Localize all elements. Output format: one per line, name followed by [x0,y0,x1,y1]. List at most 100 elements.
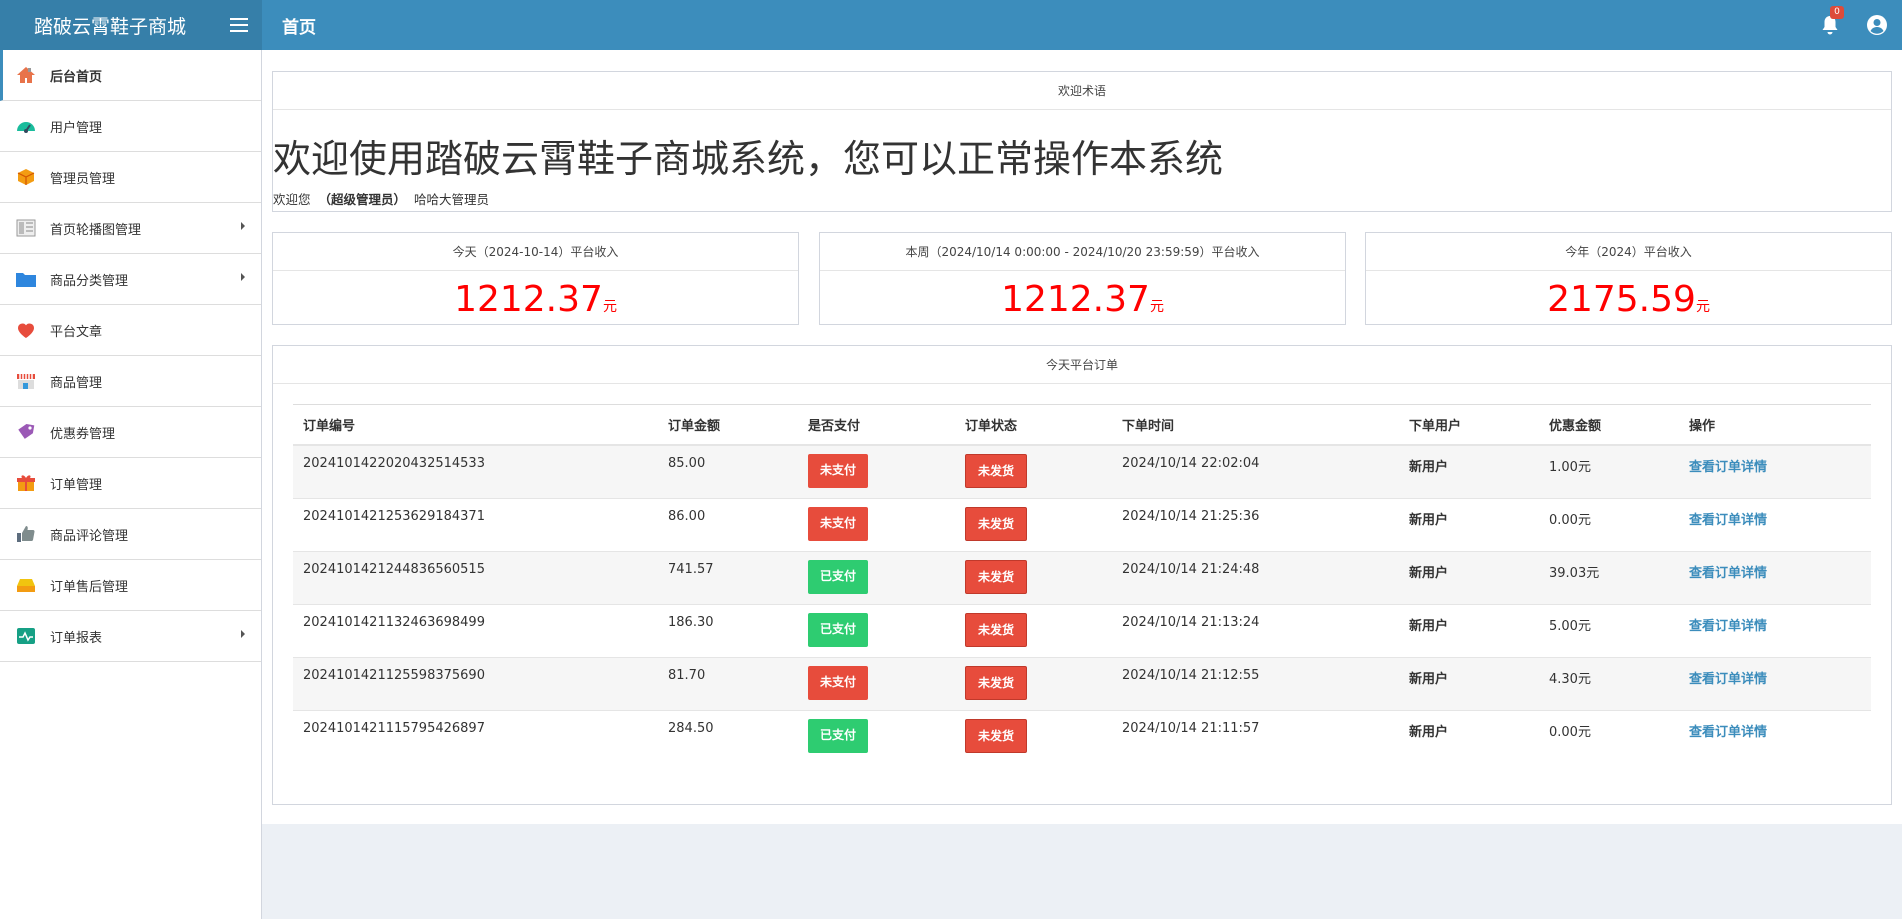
brand-name[interactable]: 踏破云霄鞋子商城 [34,12,186,39]
orders-box-header: 今天平台订单 [273,346,1891,384]
table-row: 2024101421115795426897 284.50 已支付 未发货 2024/1… [293,709,1871,763]
welcome-box: 欢迎术语 欢迎使用踏破云霄鞋子商城系统，您可以正常操作本系统 欢迎您 （超级管理员… [272,71,1892,212]
table-row: 2024101422020432514533 85.00 未支付 未发货 2024/10… [293,444,1871,498]
paid-status-badge: 已支付 [808,559,869,594]
stat-box-week: 本周（2024/10/14 0:00:00 - 2024/10/20 23:59… [819,232,1346,325]
user-role: （超级管理员） [318,192,407,207]
sidebar-item-8[interactable]: 订单管理 [0,458,261,509]
order-status-badge: 未发货 [965,506,1028,541]
sidebar-item-label: 首页轮播图管理 [50,222,142,238]
col-time: 下单时间 [1112,405,1399,446]
sidebar: 后台首页用户管理管理员管理首页轮播图管理 商品分类管理 平台文章商品管理 优惠券管理订… [0,50,262,919]
sidebar-item-10[interactable]: 订单售后管理 [0,560,261,611]
col-status: 订单状态 [955,405,1112,446]
sidebar-item-label: 订单报表 [50,630,103,646]
order-id: 2024101421132463698499 [293,603,658,657]
sidebar-item-9[interactable]: 商品评论管理 [0,509,261,560]
sidebar-item-label: 商品评论管理 [50,528,129,544]
chevron-right-icon [241,222,245,230]
col-amount: 订单金额 [658,405,798,446]
sidebar-item-5[interactable]: 平台文章 [0,305,261,356]
dashboard-icon [14,114,38,138]
order-amount: 741.57 [658,550,798,604]
main-area: 欢迎术语 欢迎使用踏破云霄鞋子商城系统，您可以正常操作本系统 欢迎您 （超级管理员… [262,50,1902,919]
stat-value: 1212.37 [1001,279,1150,320]
paid-status-badge: 未支付 [808,665,869,700]
order-discount: 39.03元 [1539,550,1679,604]
col-user: 下单用户 [1399,405,1539,446]
order-status-badge: 未发货 [965,454,1028,488]
order-amount: 186.30 [658,603,798,657]
order-time: 2024/10/14 21:11:57 [1112,709,1399,763]
order-user: 新用户 [1399,550,1539,604]
sidebar-item-label: 后台首页 [50,69,103,85]
home-icon [14,63,38,87]
sidebar-item-4[interactable]: 商品分类管理 [0,254,261,305]
username: 哈哈大管理员 [414,192,490,207]
view-order-details-link[interactable]: 查看订单详情 [1689,672,1767,687]
order-discount: 0.00元 [1539,497,1679,551]
sidebar-item-label: 平台文章 [50,324,103,340]
sidebar-toggle-icon[interactable] [230,18,248,32]
order-status-badge: 未发货 [965,665,1028,700]
order-status-badge: 未发货 [965,559,1028,594]
order-time: 2024/10/14 21:24:48 [1112,550,1399,604]
stat-unit: 元 [602,299,617,315]
order-time: 2024/10/14 22:02:04 [1112,444,1399,498]
view-order-details-link[interactable]: 查看订单详情 [1689,513,1767,528]
col-discount: 优惠金额 [1539,405,1679,446]
sidebar-item-7[interactable]: 优惠券管理 [0,407,261,458]
stat-label: 今年（2024）平台收入 [1366,233,1891,271]
sidebar-item-6[interactable]: 商品管理 [0,356,261,407]
paid-status-badge: 未支付 [808,506,869,541]
stat-box-year: 今年（2024）平台收入 2175.59元 [1365,232,1892,325]
paid-status-badge: 已支付 [808,718,869,753]
sidebar-item-0[interactable]: 后台首页 [0,50,261,101]
chevron-right-icon [241,630,245,638]
sidebar-item-11[interactable]: 订单报表 [0,611,261,662]
order-time: 2024/10/14 21:13:24 [1112,603,1399,657]
order-amount: 85.00 [658,444,798,498]
user-account-icon[interactable] [1866,14,1888,36]
view-order-details-link[interactable]: 查看订单详情 [1689,619,1767,634]
sidebar-item-label: 用户管理 [50,120,103,136]
stat-unit: 元 [1695,299,1710,315]
view-order-details-link[interactable]: 查看订单详情 [1689,566,1767,581]
order-discount: 4.30元 [1539,656,1679,710]
notification-button[interactable]: 0 [1820,6,1844,36]
stat-unit: 元 [1149,299,1164,315]
col-order-id: 订单编号 [293,405,658,446]
top-navbar: 踏破云霄鞋子商城 首页 0 [0,0,1902,50]
tag-icon [14,420,38,444]
col-action: 操作 [1679,405,1871,446]
welcome-title: 欢迎使用踏破云霄鞋子商城系统，您可以正常操作本系统 [273,137,1224,181]
table-row: 2024101421132463698499 186.30 已支付 未发货 2024/1… [293,603,1871,657]
order-time: 2024/10/14 21:12:55 [1112,656,1399,710]
sidebar-item-label: 商品分类管理 [50,273,129,289]
sidebar-item-label: 管理员管理 [50,171,116,187]
order-user: 新用户 [1399,656,1539,710]
order-user: 新用户 [1399,603,1539,657]
stat-label: 本周（2024/10/14 0:00:00 - 2024/10/20 23:59… [820,233,1345,271]
today-orders-box: 今天平台订单 订单编号 订单金额 是否支付 订单状态 下单时间 下单用户 优惠金… [272,345,1892,805]
view-order-details-link[interactable]: 查看订单详情 [1689,725,1767,740]
order-id: 2024101421244836560515 [293,550,658,604]
view-order-details-link[interactable]: 查看订单详情 [1689,460,1767,475]
order-id: 2024101421253629184371 [293,497,658,551]
order-amount: 81.70 [658,656,798,710]
sidebar-item-3[interactable]: 首页轮播图管理 [0,203,261,254]
table-row: 2024101421125598375690 81.70 未支付 未发货 2024/10… [293,656,1871,710]
order-id: 2024101421125598375690 [293,656,658,710]
sidebar-item-1[interactable]: 用户管理 [0,101,261,152]
sidebar-item-label: 订单管理 [50,477,103,493]
orders-table: 订单编号 订单金额 是否支付 订单状态 下单时间 下单用户 优惠金额 操作 20… [293,405,1871,763]
sidebar-item-2[interactable]: 管理员管理 [0,152,261,203]
welcome-prefix: 欢迎您 [273,192,311,207]
gift-icon [14,471,38,495]
order-id: 2024101422020432514533 [293,444,658,498]
notification-badge: 0 [1830,6,1844,19]
order-user: 新用户 [1399,497,1539,551]
stat-label: 今天（2024-10-14）平台收入 [273,233,798,271]
order-amount: 284.50 [658,709,798,763]
table-row: 2024101421244836560515 741.57 已支付 未发货 2024/1… [293,550,1871,604]
